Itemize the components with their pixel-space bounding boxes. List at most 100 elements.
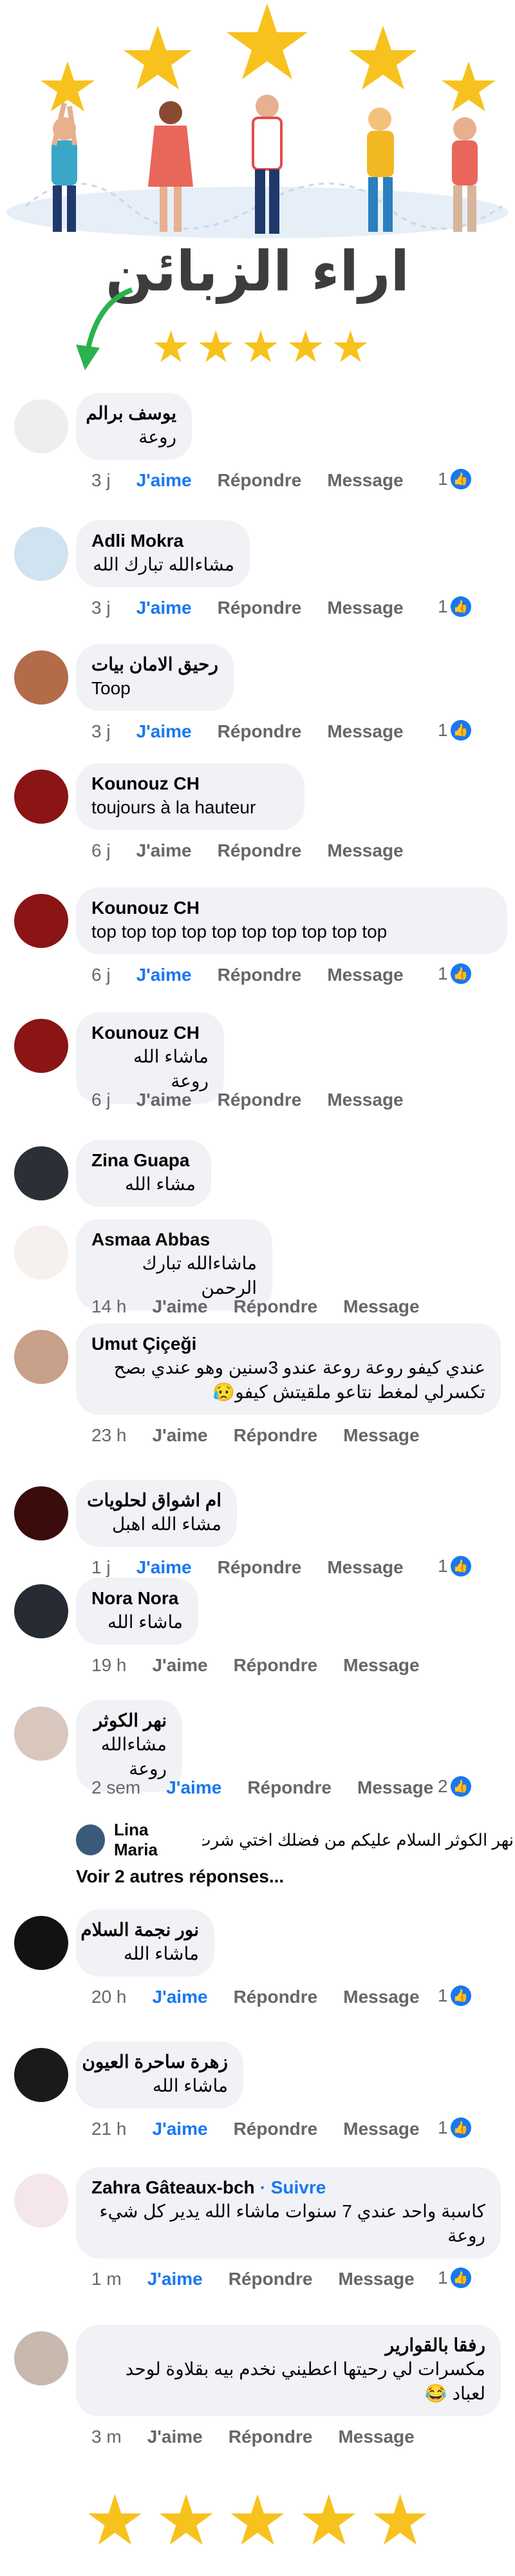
author-name[interactable]: Umut Çiçeği [91,1334,196,1354]
reply-button[interactable]: Répondre [218,1557,302,1578]
reply-button[interactable]: Répondre [229,2427,313,2447]
reaction-count[interactable]: 1 👍 [438,720,471,741]
author-name[interactable]: Zahra Gâteaux-bch [91,2177,255,2197]
view-more-replies-link[interactable]: Voir 2 autres réponses... [76,1866,284,1887]
message-button[interactable]: Message [327,1090,403,1110]
reply-button[interactable]: Répondre [218,598,302,618]
message-button[interactable]: Message [338,2427,414,2447]
reaction-count[interactable]: 1 👍 [438,1556,471,1577]
comment-author[interactable]: Zahra Gâteaux-bch · Suivre [91,2176,485,2199]
like-button[interactable]: J'aime [147,2427,203,2447]
message-button[interactable]: Message [338,2269,414,2289]
author-name[interactable]: Kounouz CH [91,1023,200,1043]
comment-timestamp[interactable]: 6 j [91,1090,111,1110]
avatar[interactable] [14,1916,68,1970]
avatar[interactable] [14,1019,68,1073]
avatar[interactable] [14,1330,68,1384]
message-button[interactable]: Message [327,965,403,985]
comment-author[interactable]: Kounouz CH [91,772,289,795]
comment-author[interactable]: Kounouz CH [91,896,492,920]
comment-timestamp[interactable]: 19 h [91,1655,127,1676]
comment-author[interactable]: Umut Çiçeği [91,1332,485,1356]
comment-author[interactable]: زهرة ساحرة العيون [82,2050,228,2074]
avatar[interactable] [14,527,68,581]
author-name[interactable]: نهر الكوثر [94,1710,167,1730]
comment-timestamp[interactable]: 21 h [91,2119,127,2139]
like-button[interactable]: J'aime [136,840,192,861]
author-name[interactable]: Adli Mokra [91,531,183,551]
like-button[interactable]: J'aime [136,1090,192,1110]
message-button[interactable]: Message [343,1425,419,1446]
reply-button[interactable]: Répondre [247,1777,332,1798]
comment-timestamp[interactable]: 3 j [91,470,111,491]
message-button[interactable]: Message [327,840,403,861]
comment-author[interactable]: رفقا بالقوارير [91,2334,485,2357]
like-button[interactable]: J'aime [166,1777,221,1798]
comment-timestamp[interactable]: 1 j [91,1557,111,1578]
comment-timestamp[interactable]: 6 j [91,965,111,985]
reaction-count[interactable]: 1 👍 [438,596,471,617]
comment-author[interactable]: Zina Guapa [91,1149,196,1172]
avatar[interactable] [14,650,68,705]
comment-author[interactable]: Nora Nora [91,1587,183,1610]
avatar[interactable] [14,770,68,824]
comment-timestamp[interactable]: 3 j [91,721,111,742]
author-name[interactable]: Zina Guapa [91,1150,189,1170]
avatar[interactable] [14,399,68,453]
message-button[interactable]: Message [343,1987,419,2007]
comment-author[interactable]: نور نجمة السلام [80,1918,199,1942]
follow-link[interactable]: · Suivre [260,2177,326,2197]
like-button[interactable]: J'aime [136,1557,192,1578]
like-button[interactable]: J'aime [153,1655,208,1676]
like-button[interactable]: J'aime [136,721,192,742]
avatar[interactable] [14,894,68,948]
comment-author[interactable]: ام اشواق لحلويات [87,1489,221,1512]
comment-timestamp[interactable]: 1 m [91,2269,122,2289]
avatar[interactable] [14,2331,68,2385]
comment-author[interactable]: يوسف برالم [86,402,176,425]
like-button[interactable]: J'aime [136,470,192,491]
author-name[interactable]: يوسف برالم [86,403,176,423]
author-name[interactable]: نور نجمة السلام [80,1920,199,1940]
comment-timestamp[interactable]: 20 h [91,1987,127,2007]
avatar[interactable] [14,2048,68,2102]
reaction-count[interactable]: 1 👍 [438,2117,471,2138]
avatar[interactable] [14,1707,68,1761]
comment-author[interactable]: Kounouz CH [91,1021,209,1045]
reply-button[interactable]: Répondre [218,721,302,742]
avatar[interactable] [14,1584,68,1638]
author-name[interactable]: رفقا بالقوارير [386,2335,485,2355]
avatar[interactable] [14,2174,68,2228]
comment-timestamp[interactable]: 6 j [91,840,111,861]
comment-timestamp[interactable]: 3 m [91,2427,122,2447]
reaction-count[interactable]: 1 👍 [438,963,471,984]
like-button[interactable]: J'aime [153,1987,208,2007]
message-button[interactable]: Message [343,2119,419,2139]
author-name[interactable]: ام اشواق لحلويات [87,1490,221,1510]
message-button[interactable]: Message [327,470,403,491]
like-button[interactable]: J'aime [136,965,192,985]
reply-preview[interactable]: Lina Maria نهر الكوثر السلام عليكم من فض… [76,1820,514,1859]
author-name[interactable]: زهرة ساحرة العيون [82,2052,228,2072]
message-button[interactable]: Message [343,1655,419,1676]
like-button[interactable]: J'aime [153,2119,208,2139]
like-button[interactable]: J'aime [147,2269,203,2289]
reply-button[interactable]: Répondre [234,1987,318,2007]
message-button[interactable]: Message [357,1777,433,1798]
reaction-count[interactable]: 1 👍 [438,469,471,489]
comment-timestamp[interactable]: 14 h [91,1296,127,1317]
author-name[interactable]: رحيق الامان بيات [91,654,218,674]
message-button[interactable]: Message [327,598,403,618]
reaction-count[interactable]: 1 👍 [438,1985,471,2006]
reply-button[interactable]: Répondre [234,1425,318,1446]
comment-timestamp[interactable]: 2 sem [91,1777,140,1798]
comment-author[interactable]: Asmaa Abbas [91,1228,257,1251]
comment-timestamp[interactable]: 3 j [91,598,111,618]
reply-button[interactable]: Répondre [218,965,302,985]
message-button[interactable]: Message [343,1296,419,1317]
like-button[interactable]: J'aime [153,1296,208,1317]
reply-button[interactable]: Répondre [218,1090,302,1110]
comment-author[interactable]: Adli Mokra [91,529,234,553]
like-button[interactable]: J'aime [136,598,192,618]
comment-timestamp[interactable]: 23 h [91,1425,127,1446]
